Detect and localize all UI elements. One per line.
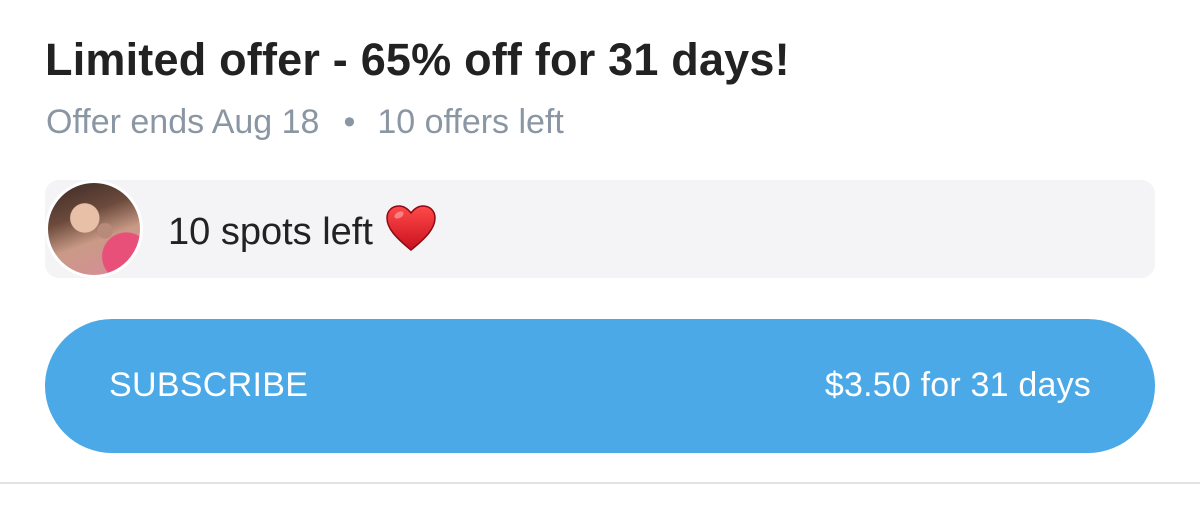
offers-left-count: 10 offers left <box>377 103 564 141</box>
bottom-divider <box>0 482 1200 484</box>
avatar-image <box>48 183 140 275</box>
spots-left-text: 10 spots left <box>168 211 373 253</box>
avatar[interactable] <box>45 180 143 278</box>
heart-icon <box>386 205 436 251</box>
subscribe-label: SUBSCRIBE <box>109 366 309 404</box>
offer-meta: Offer ends Aug 18 • 10 offers left <box>46 100 564 144</box>
subscribe-button[interactable]: SUBSCRIBE $3.50 for 31 days <box>45 319 1155 453</box>
subscribe-price: $3.50 for 31 days <box>824 366 1091 404</box>
meta-separator: • <box>343 103 356 141</box>
offer-end-date: Offer ends Aug 18 <box>46 103 320 141</box>
offer-title: Limited offer - 65% off for 31 days! <box>45 34 790 85</box>
spots-left-message: 10 spots left <box>168 204 437 256</box>
offer-panel: Limited offer - 65% off for 31 days! Off… <box>0 0 1200 512</box>
spots-left-card: 10 spots left <box>45 180 1155 278</box>
